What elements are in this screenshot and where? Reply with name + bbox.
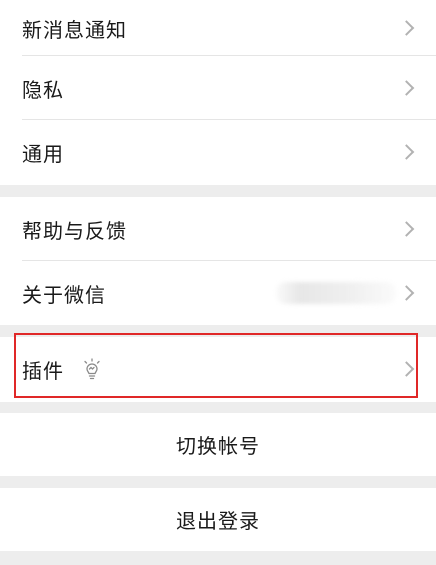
chevron-right-icon: [398, 144, 415, 160]
settings-group-plugins: 插件: [0, 337, 436, 402]
logout-group: 退出登录: [0, 488, 436, 551]
row-general[interactable]: 通用: [0, 120, 436, 184]
row-label: 隐私: [22, 77, 64, 102]
row-label: 关于微信: [22, 282, 106, 307]
row-privacy[interactable]: 隐私: [0, 56, 436, 120]
row-label: 插件: [22, 358, 64, 383]
row-label: 通用: [22, 141, 64, 166]
row-about-wechat[interactable]: 关于微信: [0, 261, 436, 325]
switch-account-button[interactable]: 切换帐号: [0, 413, 436, 476]
blurred-version-value: [276, 282, 396, 304]
row-help-feedback[interactable]: 帮助与反馈: [0, 197, 436, 261]
row-new-message-notifications[interactable]: 新消息通知: [0, 0, 436, 56]
logout-label: 退出登录: [176, 509, 260, 533]
switch-account-group: 切换帐号: [0, 413, 436, 476]
switch-account-label: 切换帐号: [176, 434, 260, 458]
logout-button[interactable]: 退出登录: [0, 488, 436, 551]
chevron-right-icon: [398, 221, 415, 237]
chevron-right-icon: [398, 361, 415, 377]
row-label: 新消息通知: [22, 17, 127, 42]
chevron-right-icon: [398, 20, 415, 36]
settings-group-info: 帮助与反馈 关于微信: [0, 197, 436, 325]
row-plugins[interactable]: 插件: [0, 337, 436, 401]
settings-group-main: 新消息通知 隐私 通用: [0, 0, 436, 185]
row-label: 帮助与反馈: [22, 218, 127, 243]
settings-page: 新消息通知 隐私 通用 帮助与反馈 关于微信 插件 切换帐号 退出登录: [0, 0, 436, 565]
lightbulb-icon: [84, 358, 100, 380]
chevron-right-icon: [398, 285, 415, 301]
chevron-right-icon: [398, 80, 415, 96]
